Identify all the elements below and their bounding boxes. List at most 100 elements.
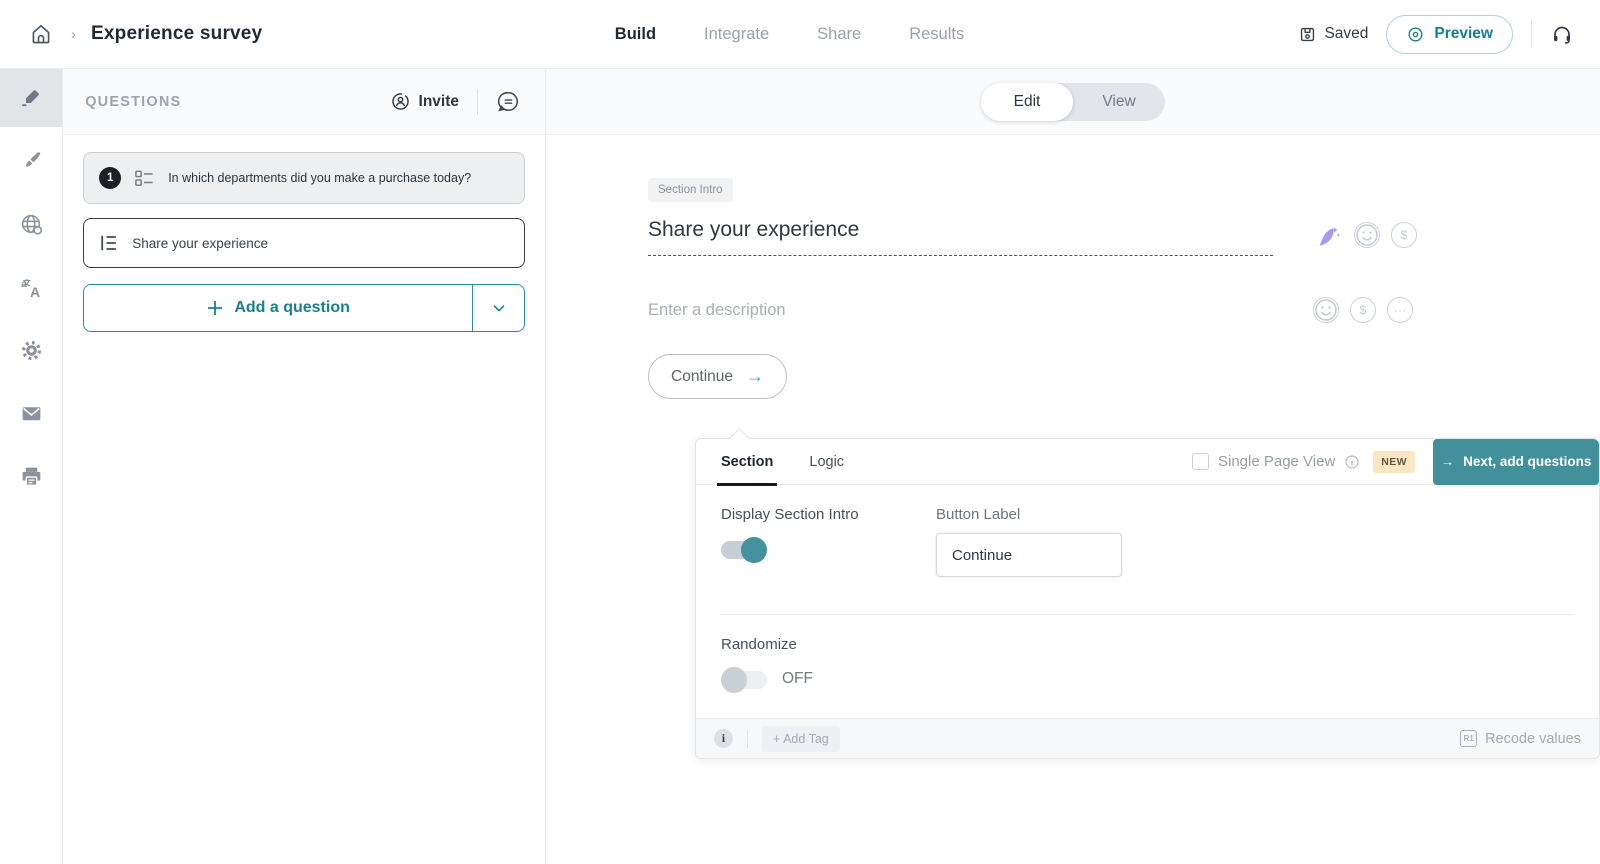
sidebar-item-settings[interactable]: [0, 321, 62, 379]
more-options-button[interactable]: ···: [1387, 297, 1413, 323]
nav-tab-share[interactable]: Share: [817, 25, 861, 44]
recode-icon: R1: [1460, 730, 1477, 747]
main-content: Edit View Section Intro Share your exper…: [546, 69, 1600, 864]
continue-button-label: Continue: [671, 368, 733, 386]
home-button[interactable]: [26, 19, 56, 49]
support-headset-icon[interactable]: [1550, 22, 1574, 46]
description-input[interactable]: [648, 301, 1273, 320]
add-question-dropdown-button[interactable]: [472, 285, 524, 331]
next-button-label: Next, add questions: [1463, 454, 1591, 469]
survey-canvas: Section Intro Share your experience: [546, 135, 1600, 759]
invite-button-label: Invite: [419, 93, 459, 111]
svg-text:A: A: [30, 283, 40, 299]
new-badge: NEW: [1373, 451, 1415, 473]
merge-codes-button[interactable]: $: [1350, 297, 1376, 323]
page-title: Experience survey: [91, 23, 262, 45]
plus-icon: [206, 299, 224, 317]
tab-section[interactable]: Section: [721, 439, 773, 485]
section-info-button[interactable]: i: [714, 729, 733, 748]
ellipsis-icon: ···: [1394, 303, 1406, 317]
save-disk-icon: [1298, 25, 1317, 44]
arrow-right-icon: →: [746, 366, 764, 387]
recode-values-label: Recode values: [1485, 731, 1581, 747]
randomize-state-label: OFF: [782, 670, 813, 688]
sidebar-item-build[interactable]: [0, 69, 62, 127]
smiley-icon: [1354, 222, 1380, 248]
sidebar-item-email[interactable]: [0, 384, 62, 442]
randomize-toggle[interactable]: [721, 667, 767, 693]
ai-assist-button[interactable]: [1313, 222, 1343, 248]
single-page-view-checkbox[interactable]: [1192, 453, 1209, 470]
button-label-label: Button Label: [936, 506, 1122, 523]
emoji-picker-button[interactable]: [1313, 297, 1339, 323]
continue-preview-button[interactable]: Continue →: [648, 354, 787, 399]
questions-panel: QUESTIONS Invite: [63, 69, 546, 864]
canvas-toolbar: Edit View: [546, 69, 1600, 135]
add-question-button[interactable]: Add a question: [84, 285, 472, 331]
toggle-knob: [741, 537, 767, 563]
home-icon: [28, 21, 54, 47]
left-icon-rail: a A: [0, 69, 63, 864]
dollar-icon: $: [1360, 303, 1367, 317]
add-tag-button[interactable]: + Add Tag: [762, 726, 840, 752]
panel-header: Section Logic Single Page View NEW: [696, 439, 1599, 485]
arrow-right-icon: →: [1441, 454, 1455, 469]
questions-panel-title: QUESTIONS: [85, 94, 181, 110]
build-pencil-icon: [19, 86, 43, 110]
button-label-input[interactable]: [936, 533, 1122, 577]
section-settings-panel: Section Logic Single Page View NEW: [695, 438, 1600, 759]
section-intro-tag: Section Intro: [648, 178, 733, 202]
preview-eye-icon: [1406, 25, 1425, 44]
question-number-badge: 1: [99, 167, 121, 189]
main-nav: Build Integrate Share Results: [615, 0, 964, 68]
toggle-knob: [721, 667, 747, 693]
breadcrumb-separator: ›: [71, 26, 76, 43]
email-icon: [19, 401, 44, 426]
next-add-questions-button[interactable]: → Next, add questions: [1433, 439, 1599, 485]
footer-divider: [747, 730, 748, 748]
top-bar: › Experience survey Build Integrate Shar…: [0, 0, 1600, 69]
preview-button[interactable]: Preview: [1386, 15, 1513, 54]
questions-panel-header: QUESTIONS Invite: [63, 69, 545, 135]
comments-bubble-icon[interactable]: [496, 89, 521, 114]
smiley-icon: [1313, 297, 1339, 323]
topbar-divider: [1531, 20, 1532, 48]
section-title-field[interactable]: Share your experience: [648, 218, 1273, 256]
merge-codes-button[interactable]: $: [1391, 222, 1417, 248]
toggle-edit[interactable]: Edit: [981, 83, 1073, 121]
nav-tab-results[interactable]: Results: [909, 25, 964, 44]
display-section-intro-toggle[interactable]: [721, 537, 767, 563]
sidebar-item-print[interactable]: [0, 447, 62, 505]
nav-tab-build[interactable]: Build: [615, 25, 656, 44]
panel-divider: [721, 614, 1574, 615]
add-question-split-button: Add a question: [83, 284, 525, 332]
question-item-2-selected[interactable]: Share your experience: [83, 218, 525, 268]
question-item-text: In which departments did you make a purc…: [168, 171, 471, 185]
sidebar-item-translate[interactable]: a A: [0, 258, 62, 316]
checkbox-question-type-icon: [134, 168, 155, 189]
translate-icon: a A: [19, 275, 44, 300]
nav-tab-integrate[interactable]: Integrate: [704, 25, 769, 44]
add-question-label: Add a question: [234, 299, 350, 317]
invite-person-icon: [390, 91, 411, 112]
globe-icon: [19, 212, 44, 237]
chevron-down-icon: [490, 299, 508, 317]
section-type-icon: [99, 233, 119, 253]
recode-values-button[interactable]: R1 Recode values: [1460, 730, 1581, 747]
sidebar-item-style[interactable]: [0, 132, 62, 190]
header-divider: [477, 89, 478, 115]
question-item-text: Share your experience: [132, 236, 268, 251]
invite-button[interactable]: Invite: [390, 91, 459, 112]
style-brush-icon: [19, 149, 43, 173]
edit-view-toggle: Edit View: [981, 83, 1165, 121]
single-page-view-label: Single Page View: [1218, 453, 1335, 470]
tab-logic[interactable]: Logic: [809, 439, 844, 485]
toggle-view[interactable]: View: [1073, 83, 1165, 121]
saved-status: Saved: [1298, 25, 1368, 44]
question-item-1[interactable]: 1 In which departments did you make a pu…: [83, 152, 525, 204]
emoji-picker-button[interactable]: [1354, 222, 1380, 248]
sidebar-item-language[interactable]: [0, 195, 62, 253]
settings-gear-icon: [19, 338, 44, 363]
saved-status-label: Saved: [1324, 25, 1368, 43]
info-circle-icon[interactable]: [1344, 454, 1360, 470]
